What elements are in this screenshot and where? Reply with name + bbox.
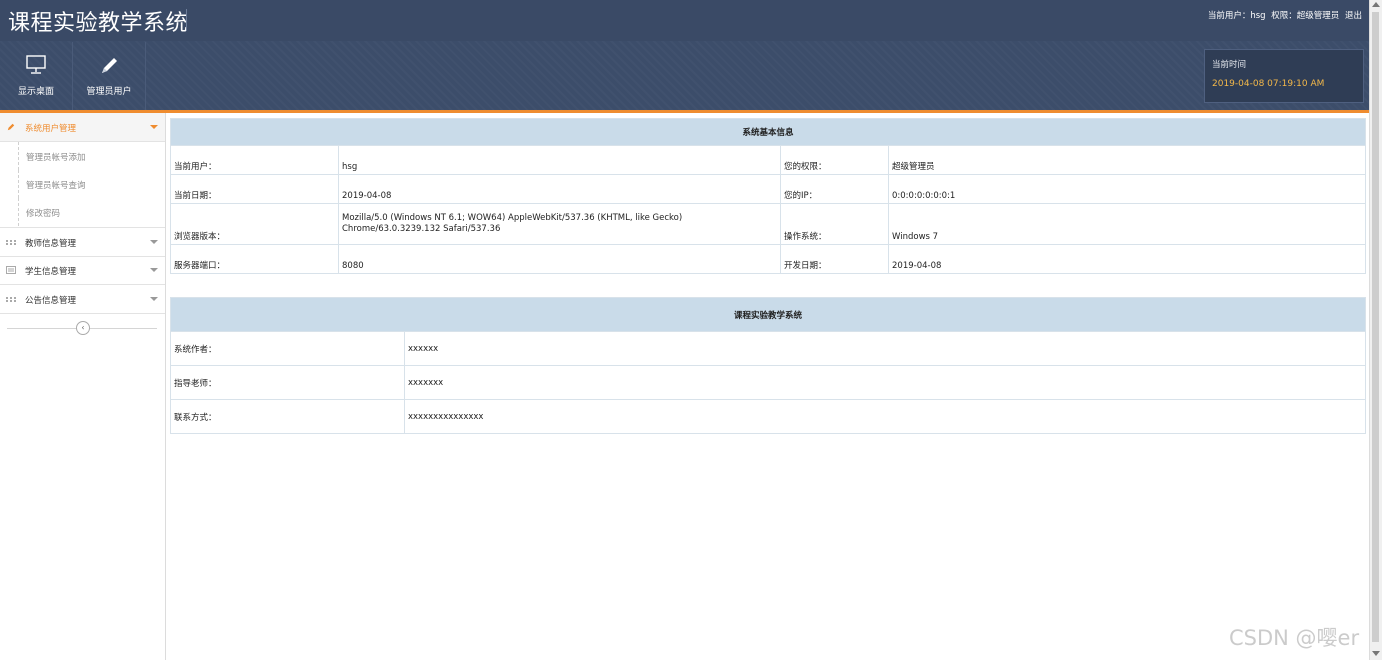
table-row: 当前用户： hsg 您的权限： 超级管理员 (170, 145, 1366, 175)
chevron-left-icon[interactable]: ‹ (76, 321, 90, 335)
current-user-label: 当前用户： (1207, 11, 1251, 21)
permission-value: 超级管理员 (1296, 11, 1340, 21)
info-key: 浏览器版本： (170, 203, 339, 245)
menu-notice-info-label: 公告信息管理 (25, 296, 77, 306)
info-key: 开发日期： (780, 244, 889, 274)
pencil-icon (102, 58, 117, 73)
app-title: 课程实验教学系统 (8, 11, 189, 36)
info-value: 8080 (338, 244, 781, 274)
menu-teacher-info[interactable]: 教师信息管理 (0, 227, 165, 257)
chevron-down-icon (150, 240, 158, 244)
about-key: 系统作者： (170, 331, 405, 366)
current-time-value: 2019-04-08 07:19:10 AM (1212, 79, 1325, 89)
monitor-icon (26, 55, 46, 74)
table-row: 当前日期： 2019-04-08 您的IP： 0:0:0:0:0:0:0:1 (170, 174, 1366, 204)
current-time-label: 当前时间 (1212, 60, 1247, 70)
permission-label: 权限： (1271, 11, 1297, 21)
submenu-add-admin[interactable]: 管理员帐号添加 (18, 142, 165, 170)
menu-system-users-label: 系统用户管理 (25, 124, 77, 134)
sidebar: 系统用户管理 管理员帐号添加 管理员帐号查询 修改密码 教师信息管理 学生信息管… (0, 113, 166, 660)
admin-user-button[interactable]: 管理员用户 (73, 42, 146, 110)
table-row: 联系方式： xxxxxxxxxxxxxxx (170, 399, 1366, 434)
about-value: xxxxxx (404, 331, 1366, 366)
menu-notice-info[interactable]: 公告信息管理 (0, 285, 165, 314)
about-value: xxxxxxx (404, 365, 1366, 400)
info-value: 超级管理员 (888, 145, 1366, 175)
chevron-down-icon (150, 268, 158, 272)
info-key: 当前日期： (170, 174, 339, 204)
info-value: 2019-04-08 (338, 174, 781, 204)
table-row: 服务器端口： 8080 开发日期： 2019-04-08 (170, 244, 1366, 274)
title-divider (186, 9, 187, 31)
grid-icon (6, 297, 16, 302)
scroll-up-arrow-icon[interactable] (1372, 2, 1380, 7)
pencil-icon (7, 123, 15, 131)
info-key: 您的IP： (780, 174, 889, 204)
current-user: hsg (1250, 11, 1266, 21)
chevron-down-icon (150, 125, 158, 129)
vertical-scrollbar[interactable] (1369, 0, 1382, 660)
header: 课程实验教学系统 当前用户：hsg 权限：超级管理员 退出 显示桌面 管理员用户… (0, 0, 1370, 110)
system-info-title: 系统基本信息 (170, 118, 1366, 146)
card-icon (6, 266, 16, 274)
admin-user-label: 管理员用户 (86, 87, 132, 97)
show-desktop-button[interactable]: 显示桌面 (0, 42, 73, 110)
scroll-down-arrow-icon[interactable] (1372, 651, 1380, 656)
info-value: 2019-04-08 (888, 244, 1366, 274)
current-time-panel: 当前时间 2019-04-08 07:19:10 AM (1204, 49, 1364, 103)
info-value: Windows 7 (888, 203, 1366, 245)
menu-student-info[interactable]: 学生信息管理 (0, 256, 165, 285)
system-info-table: 系统基本信息 当前用户： hsg 您的权限： 超级管理员 当前日期： 2019-… (170, 118, 1366, 274)
about-table: 课程实验教学系统 系统作者： xxxxxx 指导老师： xxxxxxx 联系方式… (170, 297, 1366, 434)
about-value: xxxxxxxxxxxxxxx (404, 399, 1366, 434)
submenu-change-password-label: 修改密码 (26, 209, 61, 219)
grid-icon (6, 240, 16, 245)
submenu-query-admin[interactable]: 管理员帐号查询 (18, 170, 165, 198)
info-value: 0:0:0:0:0:0:0:1 (888, 174, 1366, 204)
header-accent-line (0, 110, 1370, 113)
show-desktop-label: 显示桌面 (17, 87, 54, 97)
info-key: 当前用户： (170, 145, 339, 175)
info-value: hsg (338, 145, 781, 175)
submenu-change-password[interactable]: 修改密码 (18, 198, 165, 226)
menu-teacher-info-label: 教师信息管理 (25, 239, 77, 249)
logout-link[interactable]: 退出 (1345, 11, 1362, 21)
about-title: 课程实验教学系统 (170, 297, 1366, 332)
info-key: 操作系统： (780, 203, 889, 245)
info-value: Mozilla/5.0 (Windows NT 6.1; WOW64) Appl… (338, 203, 781, 245)
sidebar-collapse-row: ‹ (7, 319, 157, 337)
submenu-query-admin-label: 管理员帐号查询 (26, 181, 86, 191)
about-key: 联系方式： (170, 399, 405, 434)
table-row: 指导老师： xxxxxxx (170, 365, 1366, 400)
submenu-add-admin-label: 管理员帐号添加 (26, 153, 86, 163)
info-key: 服务器端口： (170, 244, 339, 274)
info-key: 您的权限： (780, 145, 889, 175)
watermark: CSDN @嘤er (1229, 626, 1360, 650)
user-info: 当前用户：hsg 权限：超级管理员 退出 (1205, 9, 1362, 21)
table-row: 系统作者： xxxxxx (170, 331, 1366, 366)
table-row: 浏览器版本： Mozilla/5.0 (Windows NT 6.1; WOW6… (170, 203, 1366, 245)
top-bar: 课程实验教学系统 当前用户：hsg 权限：超级管理员 退出 (0, 0, 1370, 41)
chevron-down-icon (150, 297, 158, 301)
about-key: 指导老师： (170, 365, 405, 400)
menu-system-users[interactable]: 系统用户管理 (0, 113, 165, 142)
menu-student-info-label: 学生信息管理 (25, 267, 77, 277)
scroll-thumb[interactable] (1372, 12, 1379, 642)
